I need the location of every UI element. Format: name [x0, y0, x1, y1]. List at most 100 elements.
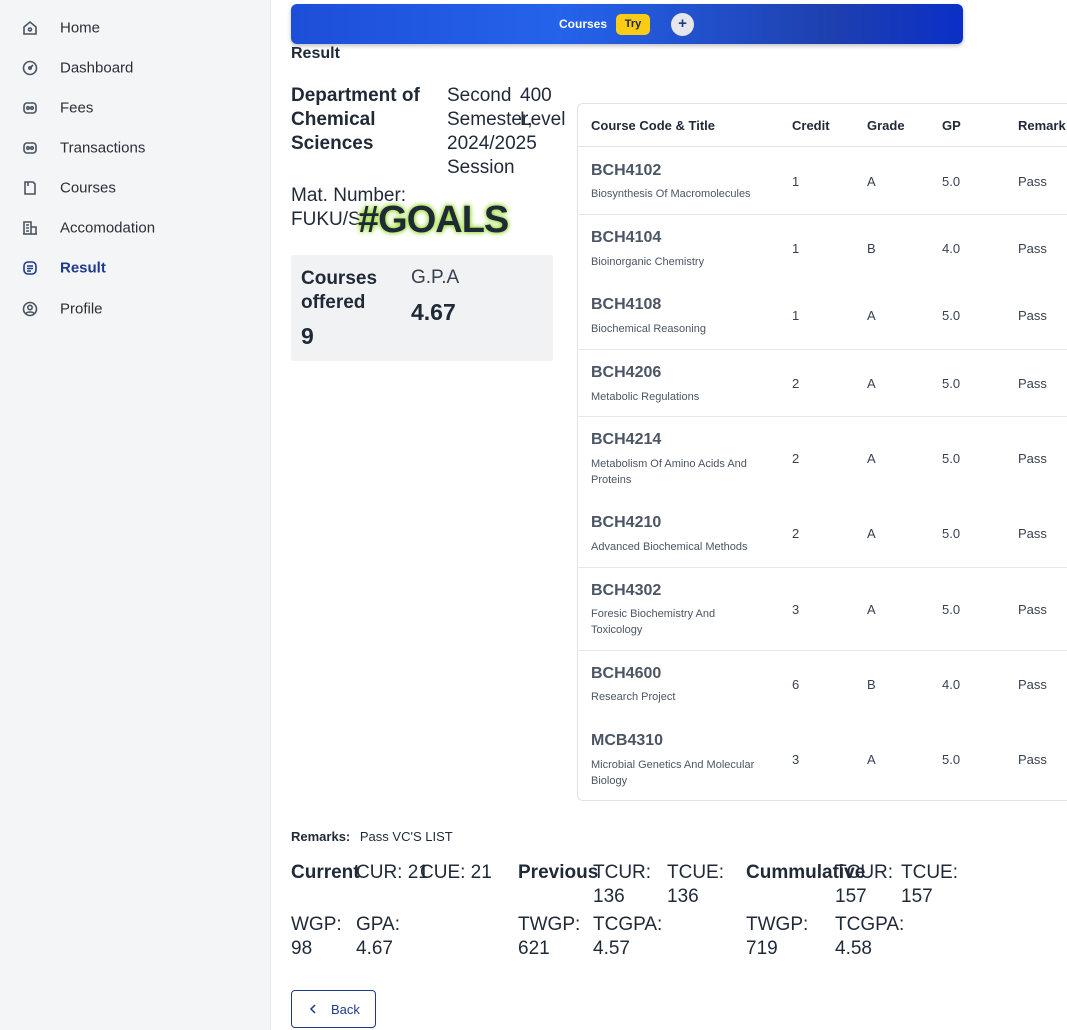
sidebar-item-fees[interactable]: Fees: [0, 88, 271, 128]
grade-cell: A: [867, 752, 876, 767]
sidebar-item-transactions[interactable]: Transactions: [0, 128, 271, 168]
previous-tcur: TCUR: 136: [593, 862, 652, 907]
column-header-remark: Remark: [1018, 118, 1066, 133]
remark-cell: Pass: [1018, 308, 1047, 323]
page-title: Result: [291, 45, 340, 62]
credit-cell: 3: [792, 752, 800, 767]
course-title: Bioinorganic Chemistry: [591, 256, 705, 268]
try-badge[interactable]: Try: [616, 14, 650, 35]
goals-sticker: #GOALS: [358, 199, 509, 241]
course-code: BCH4102: [591, 162, 662, 179]
course-title: Foresic Biochemistry And Toxicology: [591, 608, 716, 636]
remark-cell: Pass: [1018, 376, 1047, 391]
table-row: BCH4302 Foresic Biochemistry And Toxicol…: [578, 568, 1067, 651]
gpa-value: 4.67: [411, 299, 456, 325]
remark-cell: Pass: [1018, 602, 1047, 617]
remark-cell: Pass: [1018, 677, 1047, 692]
table-row: MCB4310 Microbial Genetics And Molecular…: [578, 718, 1067, 800]
sidebar-item-accomodation[interactable]: Accomodation: [0, 208, 271, 248]
table-row: BCH4600 Research Project 6 B 4.0 Pass: [578, 651, 1067, 718]
banner-label: Courses: [559, 17, 608, 31]
sidebar-item-label: Profile: [60, 300, 103, 318]
remarks-label: Remarks:: [291, 829, 351, 844]
result-summary-card: Courses offered 9 G.P.A 4.67: [291, 255, 553, 361]
current-cue: CUE: 21: [420, 862, 492, 883]
sidebar-item-dashboard[interactable]: Dashboard: [0, 48, 271, 88]
dashboard-icon: [22, 60, 38, 76]
course-title: Biochemical Reasoning: [591, 323, 706, 335]
courses-icon: [22, 180, 38, 196]
gp-cell: 5.0: [942, 451, 961, 466]
courses-offered-label: Courses offered: [301, 268, 378, 313]
table-row: BCH4214 Metabolism Of Amino Acids And Pr…: [578, 417, 1067, 501]
course-title: Metabolic Regulations: [591, 391, 700, 403]
cummulative-tcgpa: TCGPA: 4.58: [835, 914, 905, 959]
course-title: Microbial Genetics And Molecular Biology: [591, 759, 755, 787]
grade-cell: A: [867, 526, 876, 541]
sidebar-item-profile[interactable]: Profile: [0, 289, 271, 329]
building-icon: [22, 220, 38, 236]
sidebar-item-label: Dashboard: [60, 59, 134, 77]
course-code: BCH4206: [591, 364, 662, 381]
chevron-left-icon: [309, 1004, 316, 1014]
remarks: Remarks: Pass VC'S LIST: [291, 829, 453, 844]
gp-cell: 5.0: [942, 376, 961, 391]
gp-cell: 5.0: [942, 752, 961, 767]
gp-cell: 4.0: [942, 677, 961, 692]
table-row: BCH4206 Metabolic Regulations 2 A 5.0 Pa…: [578, 350, 1067, 417]
credit-cell: 6: [792, 677, 800, 692]
sidebar-item-courses[interactable]: Courses: [0, 168, 271, 208]
remark-cell: Pass: [1018, 174, 1047, 189]
sidebar-item-result[interactable]: Result: [0, 248, 271, 288]
table-row: BCH4104 Bioinorganic Chemistry 1 B 4.0 P…: [578, 215, 1067, 282]
table-row: BCH4102 Biosynthesis Of Macromolecules 1…: [578, 147, 1067, 215]
back-button[interactable]: Back: [291, 990, 376, 1028]
sidebar-item-label: Fees: [60, 99, 94, 117]
back-button-label: Back: [331, 1002, 360, 1017]
gpa-label: G.P.A: [411, 267, 460, 288]
plus-button[interactable]: +: [671, 13, 694, 36]
department-name: Department of Chemical Sciences: [291, 85, 420, 154]
previous-tcgpa: TCGPA: 4.57: [593, 914, 663, 959]
table-row: BCH4210 Advanced Biochemical Methods 2 A…: [578, 501, 1067, 568]
sidebar-item-label: Accomodation: [60, 219, 156, 237]
course-code: BCH4600: [591, 665, 662, 682]
sidebar-item-label: Transactions: [60, 139, 146, 157]
remark-cell: Pass: [1018, 526, 1047, 541]
course-code: BCH4108: [591, 296, 662, 313]
transactions-icon: [22, 140, 38, 156]
credit-cell: 2: [792, 376, 800, 391]
remark-cell: Pass: [1018, 752, 1047, 767]
results-table: Course Code & Title Credit Grade GP Rema…: [577, 103, 1067, 801]
current-heading: Current: [291, 862, 360, 883]
courses-banner[interactable]: Courses Try +: [291, 4, 963, 44]
home-icon: [22, 20, 38, 36]
previous-heading: Previous: [518, 862, 599, 883]
column-header-gp: GP: [942, 118, 961, 133]
course-code: BCH4210: [591, 514, 662, 531]
grade-cell: A: [867, 376, 876, 391]
course-title: Advanced Biochemical Methods: [591, 541, 748, 553]
profile-icon: [22, 301, 38, 317]
grade-cell: B: [867, 241, 876, 256]
sidebar-item-home[interactable]: Home: [0, 8, 271, 48]
gp-cell: 5.0: [942, 308, 961, 323]
credit-cell: 1: [792, 174, 800, 189]
result-icon: [22, 260, 38, 276]
course-code: BCH4104: [591, 229, 662, 246]
grade-cell: B: [867, 677, 876, 692]
column-header-grade: Grade: [867, 118, 905, 133]
current-wgp: WGP: 98: [291, 914, 342, 959]
gp-cell: 5.0: [942, 602, 961, 617]
course-code: BCH4214: [591, 431, 662, 448]
table-row: BCH4108 Biochemical Reasoning 1 A 5.0 Pa…: [578, 282, 1067, 350]
gp-cell: 5.0: [942, 174, 961, 189]
course-title: Biosynthesis Of Macromolecules: [591, 188, 751, 200]
grade-cell: A: [867, 308, 876, 323]
course-code: MCB4310: [591, 732, 664, 749]
grade-cell: A: [867, 174, 876, 189]
sidebar: Home Dashboard Fees Transactions Courses…: [0, 0, 271, 1030]
credit-cell: 3: [792, 602, 800, 617]
grade-cell: A: [867, 451, 876, 466]
cummulative-tcue: TCUE: 157: [901, 862, 958, 907]
